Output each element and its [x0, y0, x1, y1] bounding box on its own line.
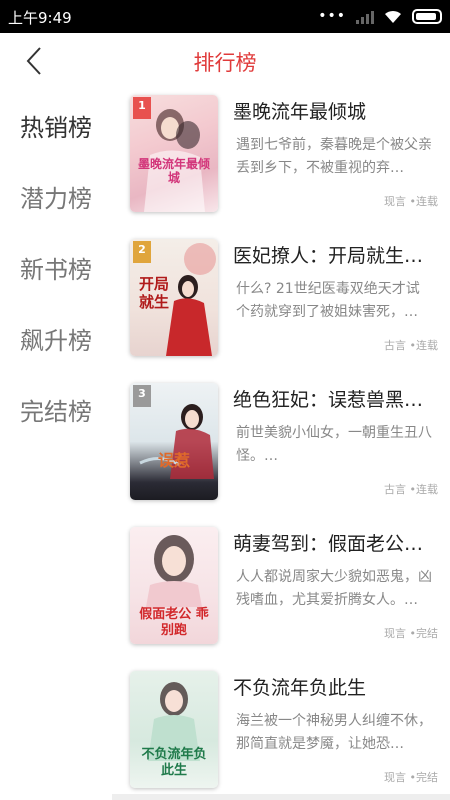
header: 排行榜	[0, 33, 450, 87]
book-meta: 古言 •连载	[384, 337, 438, 353]
book-description: 海兰被一个神秘男人纠缠不休，那简直就是梦魇，让她恐…	[236, 713, 432, 752]
cover-title-text: 不负流年负此生	[141, 747, 207, 778]
book-status: 连载	[416, 195, 438, 208]
book-cover[interactable]: 不负流年负此生	[130, 671, 218, 788]
book-cover[interactable]: 3 误惹	[130, 383, 218, 500]
status-bar: 上午9:49 •••	[0, 0, 450, 33]
sidebar-item-new-books[interactable]: 新书榜	[0, 232, 112, 303]
book-description: 前世美貌小仙女，一朝重生丑八怪。…	[236, 425, 432, 464]
book-list-item[interactable]: 不负流年负此生 不负流年负此生 海兰被一个神秘男人纠缠不休，那简直就是梦魇，让她…	[112, 663, 450, 800]
book-list-item[interactable]: 3 误惹 绝色狂妃：误惹兽黑… 前世美貌小仙女，一朝重生丑八怪。… 古言 •连载	[112, 375, 450, 519]
sidebar-item-rising[interactable]: 飙升榜	[0, 303, 112, 374]
book-status: 连载	[416, 483, 438, 496]
book-title[interactable]: 不负流年负此生	[233, 673, 438, 700]
rank-badge: 1	[133, 97, 151, 119]
status-icons: •••	[318, 8, 442, 25]
book-cover[interactable]: 1 墨晚流年最倾城	[130, 95, 218, 212]
battery-icon	[412, 9, 442, 24]
book-title[interactable]: 医妃撩人：开局就生…	[233, 241, 438, 268]
sidebar-item-completed[interactable]: 完结榜	[0, 374, 112, 445]
book-status: 完结	[416, 771, 438, 784]
wifi-icon	[385, 10, 401, 23]
book-list-item[interactable]: 1 墨晚流年最倾城 墨晚流年最倾城 遇到七爷前，秦暮晚是个被父亲丢到乡下，不被重…	[112, 87, 450, 231]
cover-title-text: 墨晚流年最倾城	[137, 157, 210, 185]
book-description: 遇到七爷前，秦暮晚是个被父亲丢到乡下，不被重视的弃…	[236, 137, 432, 176]
book-genre: 现言	[384, 627, 406, 640]
page-title: 排行榜	[193, 51, 257, 75]
signal-icon	[356, 10, 374, 24]
book-list-item[interactable]: 2 开局就生 医妃撩人：开局就生… 什么? 21世纪医毒双绝天才试个药就穿到了被…	[112, 231, 450, 375]
book-meta: 古言 •连载	[384, 481, 438, 497]
book-genre: 古言	[384, 483, 406, 496]
book-list-item[interactable]: 假面老公 乖别跑 萌妻驾到：假面老公… 人人都说周家大少貌如恶鬼，凶残嗜血，尤其…	[112, 519, 450, 663]
notification-dots-icon: •••	[318, 8, 346, 24]
rank-badge: 3	[133, 385, 151, 407]
cover-title-text: 误惹	[157, 451, 190, 470]
sidebar-item-potential[interactable]: 潜力榜	[0, 161, 112, 232]
book-meta: 现言 •完结	[384, 625, 438, 641]
book-title[interactable]: 萌妻驾到：假面老公…	[233, 529, 438, 556]
status-time: 上午9:49	[8, 9, 72, 27]
cover-title-text: 假面老公 乖别跑	[139, 607, 209, 638]
book-cover[interactable]: 2 开局就生	[130, 239, 218, 356]
book-description: 什么? 21世纪医毒双绝天才试个药就穿到了被姐妹害死，…	[236, 281, 420, 320]
book-list: 1 墨晚流年最倾城 墨晚流年最倾城 遇到七爷前，秦暮晚是个被父亲丢到乡下，不被重…	[112, 87, 450, 800]
rank-badge: 2	[133, 241, 151, 263]
book-meta: 现言 •完结	[384, 769, 438, 785]
book-cover[interactable]: 假面老公 乖别跑	[130, 527, 218, 644]
book-status: 完结	[416, 627, 438, 640]
book-description: 人人都说周家大少貌如恶鬼，凶残嗜血，尤其爱折腾女人。…	[236, 569, 432, 608]
ranking-sidebar: 热销榜 潜力榜 新书榜 飙升榜 完结榜	[0, 90, 112, 800]
bottom-scroll-edge	[112, 794, 450, 800]
book-meta: 现言 •连载	[384, 193, 438, 209]
book-title[interactable]: 墨晚流年最倾城	[233, 97, 438, 124]
book-status: 连载	[416, 339, 438, 352]
cover-title-text: 开局就生	[138, 275, 169, 311]
book-genre: 古言	[384, 339, 406, 352]
book-title[interactable]: 绝色狂妃：误惹兽黑…	[233, 385, 438, 412]
book-genre: 现言	[384, 771, 406, 784]
book-genre: 现言	[384, 195, 406, 208]
sidebar-item-hot-sales[interactable]: 热销榜	[0, 90, 112, 161]
